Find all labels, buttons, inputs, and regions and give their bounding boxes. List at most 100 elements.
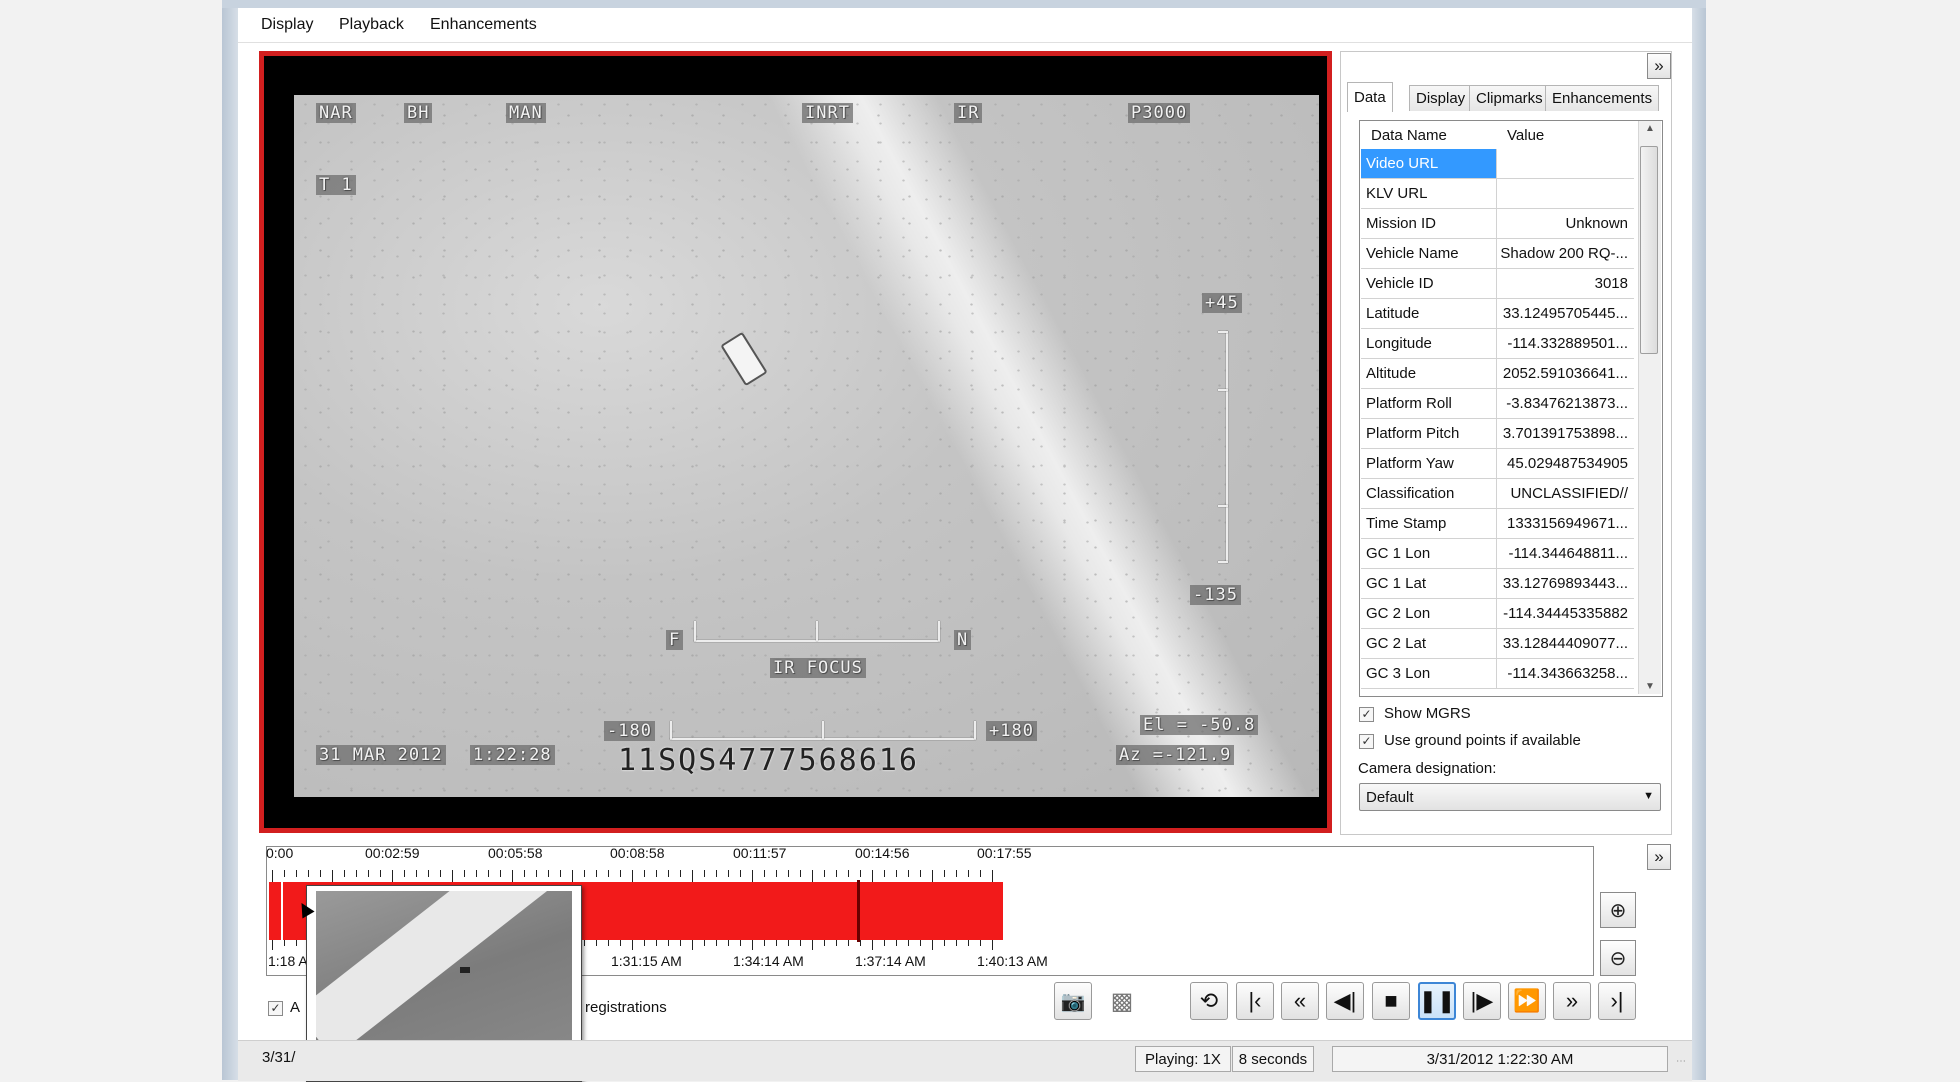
timeline-tick-mark (800, 940, 801, 946)
timeline-tick-mark (524, 870, 525, 877)
timeline-tick-mark (644, 870, 645, 877)
timeline-tick-mark (356, 870, 357, 877)
timeline-tick-mark (308, 870, 309, 877)
timeline-tick-mark (284, 870, 285, 877)
timeline-tick-mark (716, 870, 717, 877)
timeline-top-tick: 00:14:56 (855, 845, 910, 861)
osd-nar: NAR (316, 103, 356, 123)
tab-enhancements[interactable]: Enhancements (1545, 85, 1660, 111)
timeline-tick-mark (680, 870, 681, 877)
table-row[interactable]: GC 2 Lon -114.34445335882 (1361, 599, 1634, 629)
timeline-playhead[interactable] (857, 880, 860, 942)
jump-to-end-button[interactable]: ›| (1598, 982, 1636, 1020)
timeline-tick-mark (500, 870, 501, 877)
menu-enhancements[interactable]: Enhancements (430, 16, 537, 34)
step-back-button[interactable]: ◀| (1326, 982, 1364, 1020)
tab-display[interactable]: Display (1409, 85, 1473, 111)
table-row[interactable]: KLV URL (1361, 179, 1634, 209)
play-fast-button[interactable]: ⏩ (1508, 982, 1546, 1020)
scroll-down-icon[interactable]: ▼ (1645, 681, 1655, 692)
row-value: -114.34445335882 (1503, 605, 1628, 622)
panel-collapse-button[interactable]: » (1647, 53, 1671, 79)
forward-fast-button[interactable]: » (1553, 982, 1591, 1020)
table-row[interactable]: Mission ID Unknown (1361, 209, 1634, 239)
timeline-tick-mark (452, 870, 453, 882)
timeline-tick-mark (968, 870, 969, 877)
timeline-tick-mark (932, 940, 933, 950)
timeline-tick-mark (296, 870, 297, 877)
osd-time: 1:22:28 (470, 745, 555, 765)
resize-grip-icon[interactable]: ⋯ (1676, 1056, 1686, 1067)
timeline-collapse-button[interactable]: » (1647, 844, 1671, 870)
table-row[interactable]: Platform Roll -3.83476213873... (1361, 389, 1634, 419)
zoom-out-button[interactable]: ⊖ (1600, 940, 1636, 976)
scroll-up-icon[interactable]: ▲ (1645, 123, 1655, 134)
table-row[interactable]: GC 2 Lat 33.12844409077... (1361, 629, 1634, 659)
timeline-bottom-tick: 1:40:13 AM (977, 953, 1048, 969)
row-value: Shadow 200 RQ-... (1500, 245, 1628, 262)
timeline-tick-mark (512, 870, 513, 882)
table-row[interactable]: Time Stamp 1333156949671... (1361, 509, 1634, 539)
osd-mgrs: 11SQS4777568616 (618, 743, 919, 778)
status-interval: 8 seconds (1232, 1046, 1314, 1072)
timeline-tick-mark (896, 870, 897, 877)
timeline-option-checkbox[interactable]: ✓ (268, 1001, 283, 1016)
column-header-data-name[interactable]: Data Name (1361, 121, 1497, 149)
timeline-tick-mark (668, 870, 669, 877)
osd-focus-tick (694, 621, 696, 641)
menu-display[interactable]: Display (261, 16, 313, 34)
table-row[interactable]: Vehicle Name Shadow 200 RQ-... (1361, 239, 1634, 269)
timeline-tick-mark (788, 870, 789, 877)
timeline-tick-mark (800, 870, 801, 877)
use-ground-points-checkbox[interactable]: ✓ (1359, 734, 1374, 749)
column-header-value[interactable]: Value (1497, 121, 1633, 149)
timeline-tick-mark (860, 870, 861, 877)
table-row[interactable]: Altitude 2052.591036641... (1361, 359, 1634, 389)
osd-elev-tick (1218, 389, 1228, 391)
table-row[interactable]: GC 1 Lon -114.344648811... (1361, 539, 1634, 569)
zoom-in-button[interactable]: ⊕ (1600, 892, 1636, 928)
timeline-top-tick: 00:17:55 (977, 845, 1032, 861)
timeline-tick-mark (692, 940, 693, 950)
table-row[interactable]: Longitude -114.332889501... (1361, 329, 1634, 359)
table-row[interactable]: Video URL (1361, 149, 1634, 179)
osd-az-tick (670, 721, 672, 739)
show-mgrs-checkbox[interactable]: ✓ (1359, 707, 1374, 722)
table-row[interactable]: GC 3 Lon -114.343663258... (1361, 659, 1634, 689)
timeline-tick-mark (872, 870, 873, 882)
jump-to-start-button[interactable]: |‹ (1236, 982, 1274, 1020)
zoom-in-icon: ⊕ (1609, 899, 1627, 922)
tab-clipmarks[interactable]: Clipmarks (1469, 85, 1550, 111)
loop-button[interactable]: ⟲ (1190, 982, 1228, 1020)
stop-button[interactable]: ■ (1372, 982, 1410, 1020)
table-row[interactable]: Vehicle ID 3018 (1361, 269, 1634, 299)
timeline-tick-mark (488, 870, 489, 877)
table-row[interactable]: Latitude 33.12495705445... (1361, 299, 1634, 329)
timeline-tick-mark (824, 870, 825, 877)
timeline-bottom-tick: 1:34:14 AM (733, 953, 804, 969)
step-forward-button[interactable]: |▶ (1463, 982, 1501, 1020)
table-row[interactable]: GC 1 Lat 33.12769893443... (1361, 569, 1634, 599)
tab-data[interactable]: Data (1347, 82, 1393, 112)
video-display[interactable]: NAR BH MAN INRT IR P3000 T 1 +45 -135 F … (294, 95, 1319, 797)
timeline-tick-mark (644, 940, 645, 946)
osd-elev-top: +45 (1202, 293, 1242, 313)
timeline-tick-mark (788, 940, 789, 946)
row-value: 3018 (1594, 275, 1628, 292)
grid-scrollbar-thumb[interactable] (1640, 146, 1658, 354)
osd-azimuth: Az =-121.9 (1116, 745, 1235, 765)
row-value: -114.344648811... (1508, 545, 1628, 562)
table-row[interactable]: Classification UNCLASSIFIED// (1361, 479, 1634, 509)
snapshot-button[interactable]: 📷 (1054, 982, 1092, 1020)
rewind-fast-button[interactable]: « (1281, 982, 1319, 1020)
row-data-name: GC 3 Lon (1361, 659, 1497, 688)
timeline-tick-mark (272, 940, 273, 950)
menu-playback[interactable]: Playback (339, 16, 404, 34)
camera-designation-label: Camera designation: (1358, 760, 1497, 777)
table-row[interactable]: Platform Yaw 45.029487534905 (1361, 449, 1634, 479)
qr-button[interactable]: ▩ (1103, 982, 1141, 1020)
table-row[interactable]: Platform Pitch 3.701391753898... (1361, 419, 1634, 449)
timeline-tick-mark (764, 870, 765, 877)
pause-button[interactable]: ❚❚ (1418, 982, 1456, 1020)
camera-designation-select[interactable]: Default ▼ (1359, 783, 1661, 811)
